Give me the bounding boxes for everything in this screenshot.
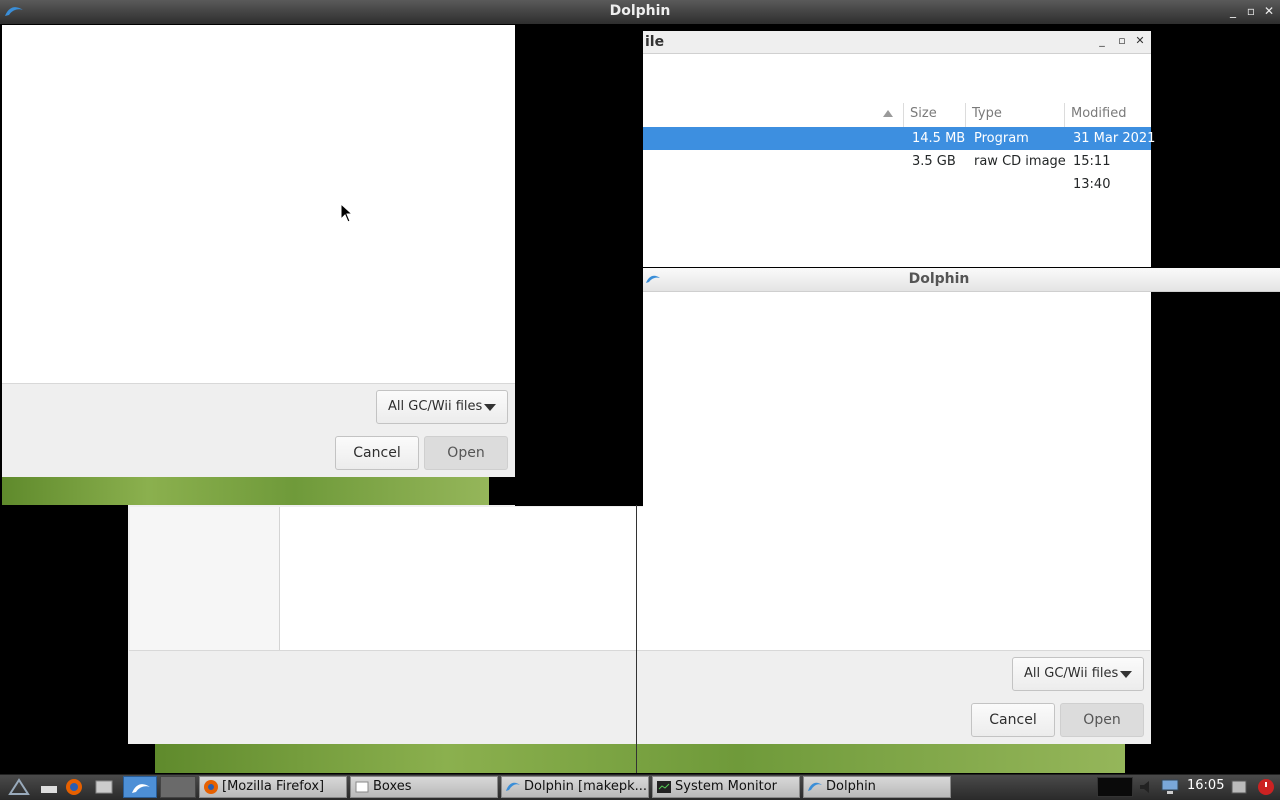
divider-line (636, 505, 637, 773)
close-icon[interactable]: ✕ (1133, 34, 1147, 47)
sort-ascending-icon[interactable] (883, 110, 893, 117)
row-size: 3.5 GB (912, 154, 956, 169)
wallpaper-strip-top (2, 477, 489, 505)
task-label: [Mozilla Firefox] (222, 779, 325, 794)
back-dialog-sidebar (130, 507, 280, 650)
chevron-down-icon (1120, 671, 1132, 678)
workspace-switcher[interactable] (160, 776, 196, 798)
column-header-modified[interactable]: Modified (1064, 103, 1151, 127)
task-dolphin[interactable]: Dolphin (803, 776, 951, 798)
front-open-button[interactable]: Open (424, 436, 508, 470)
wallpaper-strip-bottom (155, 744, 1125, 773)
task-label: Dolphin [makepk... (524, 779, 647, 794)
back-filter-dropdown[interactable]: All GC/Wii files (1012, 657, 1144, 691)
clock[interactable]: 16:05 (1187, 778, 1224, 793)
minimize-icon[interactable]: _ (1095, 34, 1109, 47)
dolphin-launcher[interactable] (123, 776, 157, 798)
right-dialog-body (643, 292, 1151, 650)
show-desktop-icon[interactable] (38, 777, 60, 797)
row-modified: 15:11 (1073, 154, 1111, 169)
network-icon[interactable] (1159, 777, 1181, 797)
black-region (515, 25, 643, 506)
dolphin-icon (506, 782, 520, 791)
dolphin-title: Dolphin (908, 271, 970, 287)
task-label: Dolphin (826, 779, 876, 794)
task-system-monitor[interactable]: System Monitor (652, 776, 800, 798)
row-type: raw CD image (974, 154, 1066, 169)
back-open-button[interactable]: Open (1060, 703, 1144, 737)
back-cancel-button[interactable]: Cancel (971, 703, 1055, 737)
emulator-titlebar: Dolphin _ ▫ ✕ (0, 0, 1280, 24)
maximize-icon[interactable]: ▫ (1115, 34, 1129, 47)
mouse-cursor-icon (340, 203, 354, 223)
boxes-icon (355, 781, 369, 793)
row-modified: 31 Mar 2021 (1073, 131, 1156, 146)
minimize-icon[interactable]: _ (1224, 2, 1242, 20)
maximize-icon[interactable]: ▫ (1242, 2, 1260, 20)
column-header-size[interactable]: Size (903, 103, 965, 127)
right-dialog-title: ile (645, 34, 665, 50)
chevron-down-icon (484, 404, 496, 411)
task-label: System Monitor (675, 779, 778, 794)
volume-icon[interactable] (1136, 777, 1158, 797)
window-title: Dolphin (609, 3, 671, 19)
front-filter-dropdown[interactable]: All GC/Wii files (376, 390, 508, 424)
dolphin-icon (808, 782, 822, 791)
front-filter-label: All GC/Wii files (388, 399, 483, 414)
column-header-type[interactable]: Type (965, 103, 1064, 127)
right-dialog-titlebar: ile _ ▫ ✕ (643, 31, 1151, 54)
file-manager-icon[interactable] (93, 777, 115, 797)
row-modified: 13:40 (1073, 177, 1111, 192)
front-cancel-button[interactable]: Cancel (335, 436, 419, 470)
system-monitor-icon (657, 781, 671, 793)
cpu-graph (1097, 777, 1133, 797)
dolphin-icon (132, 784, 150, 793)
task-dolphin-makepkg[interactable]: Dolphin [makepk... (501, 776, 649, 798)
back-filter-label: All GC/Wii files (1024, 666, 1119, 681)
row-size: 14.5 MB (912, 131, 966, 146)
close-icon[interactable]: ✕ (1260, 2, 1278, 20)
task-firefox[interactable]: [Mozilla Firefox] (199, 776, 347, 798)
task-label: Boxes (373, 779, 412, 794)
task-boxes[interactable]: Boxes (350, 776, 498, 798)
firefox-icon[interactable] (63, 777, 85, 797)
table-row[interactable]: 3.5 GB raw CD image 15:11 (643, 150, 1151, 173)
table-row[interactable]: 13:40 (643, 173, 1151, 196)
power-icon[interactable] (1255, 777, 1277, 797)
battery-icon[interactable] (1228, 777, 1250, 797)
table-row[interactable]: 14.5 MB Program 31 Mar 2021 (643, 127, 1155, 150)
dolphin-titlebar: Dolphin (643, 268, 1280, 292)
start-menu-icon[interactable] (8, 777, 30, 797)
row-type: Program (974, 131, 1029, 146)
firefox-icon (204, 780, 218, 794)
